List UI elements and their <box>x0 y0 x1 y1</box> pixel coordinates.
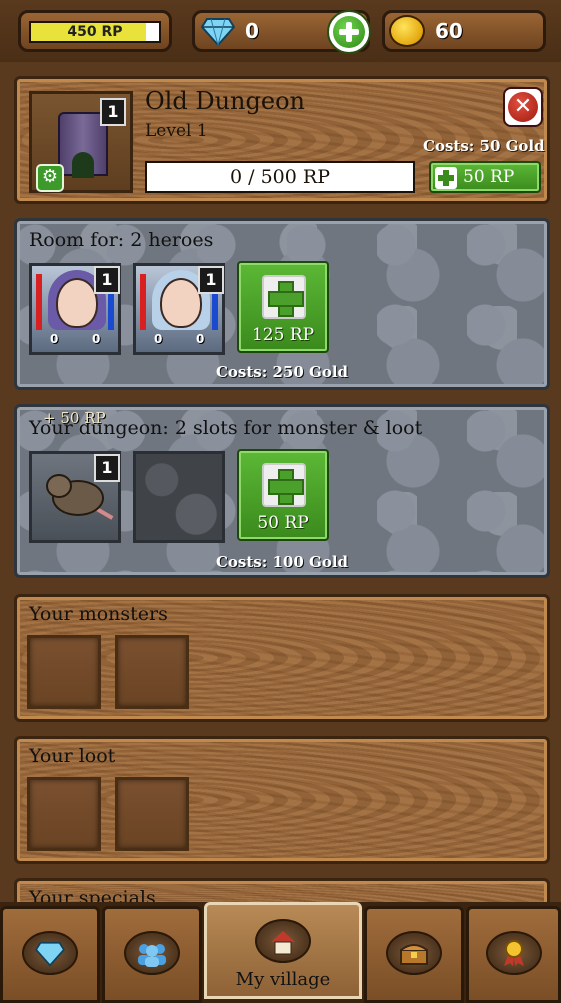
tower-door <box>72 152 94 178</box>
chest-icon <box>386 931 442 975</box>
nav-label-my-village: My village <box>235 969 331 990</box>
heroes-room-title: Room for: 2 heroes <box>29 229 214 251</box>
gold-counter: 60 <box>382 10 546 52</box>
rp-amount: 450 RP <box>67 24 123 40</box>
dungeon-level: Level 1 <box>145 121 208 141</box>
nav-tab-my-village[interactable]: My village <box>204 902 362 999</box>
hero-level-badge: 1 <box>94 266 120 294</box>
dungeon-slots-panel: Your dungeon: 2 slots for monster & loot… <box>14 404 550 578</box>
medal-icon <box>485 931 542 975</box>
dungeon-name: Old Dungeon <box>145 87 305 115</box>
plus-icon <box>262 463 306 507</box>
add-hero-room-button[interactable]: 125 RP <box>237 261 329 353</box>
health-bar <box>36 274 42 330</box>
heroes-room-panel: Room for: 2 heroes 1 0 0 1 0 0 125 RP Co… <box>14 218 550 390</box>
rat-head <box>46 474 72 498</box>
hero-slot-2[interactable]: 1 0 0 <box>133 263 225 355</box>
upgrade-cost: Costs: 50 Gold <box>423 137 545 155</box>
house-icon <box>255 919 311 963</box>
plus-icon <box>435 167 457 189</box>
red-potion-count: 0 <box>50 332 59 346</box>
nav-tab-treasure[interactable] <box>364 906 464 1003</box>
monster-inventory-slot[interactable] <box>115 635 189 709</box>
add-slot-cost-rp: 50 RP <box>257 513 309 533</box>
blue-potion-count: 0 <box>92 332 101 346</box>
monsters-panel: Your monsters <box>14 594 550 722</box>
hero-slot-1[interactable]: 1 0 0 <box>29 263 121 355</box>
buy-gems-button[interactable] <box>327 10 371 54</box>
dungeon-info-panel: 1 ⚙ Old Dungeon Level 1 ✕ Costs: 50 Gold… <box>14 76 550 204</box>
close-icon: ✕ <box>508 92 538 122</box>
nav-tab-shop[interactable] <box>0 906 100 1003</box>
red-potion-count: 0 <box>154 332 163 346</box>
gem-counter: 0 <box>192 10 371 54</box>
gem-count: 0 <box>245 19 259 43</box>
rp-meter: 450 RP <box>18 10 172 52</box>
rp-gain-popup: + 50 RP <box>43 409 106 427</box>
add-dungeon-slot-button[interactable]: 50 RP <box>237 449 329 541</box>
dungeon-rp-progress: 0 / 500 RP <box>145 161 415 193</box>
monster-slot-rat[interactable]: 1 <box>29 451 121 543</box>
gem-icon <box>22 931 78 975</box>
monster-level-badge: 1 <box>94 454 120 482</box>
upgrade-rp-button[interactable]: 50 RP <box>429 161 541 193</box>
add-hero-room-cost-rp: 125 RP <box>251 325 315 345</box>
heroes-icon <box>124 931 180 975</box>
rp-progress-bar: 450 RP <box>29 21 161 43</box>
upgrade-rp-label: 50 RP <box>463 167 515 187</box>
dungeon-thumbnail[interactable]: 1 ⚙ <box>29 91 133 193</box>
add-slot-cost-gold: Costs: 100 Gold <box>215 553 349 571</box>
loot-inventory-slot[interactable] <box>115 777 189 851</box>
nav-tab-achievements[interactable] <box>466 906 561 1003</box>
nav-tab-heroes[interactable] <box>102 906 202 1003</box>
monster-inventory-slot[interactable] <box>27 635 101 709</box>
hero-level-badge: 1 <box>198 266 224 294</box>
close-button[interactable]: ✕ <box>503 87 543 127</box>
add-hero-room-cost-gold: Costs: 250 Gold <box>215 363 349 381</box>
loot-inventory-slot[interactable] <box>27 777 101 851</box>
health-bar <box>140 274 146 330</box>
gold-coin-icon <box>389 15 425 47</box>
loot-title: Your loot <box>29 745 116 767</box>
dungeon-level-badge: 1 <box>100 98 126 126</box>
blue-potion-count: 0 <box>196 332 205 346</box>
monsters-title: Your monsters <box>29 603 168 625</box>
hero-portrait <box>56 278 98 328</box>
empty-dungeon-slot[interactable] <box>133 451 225 543</box>
hero-portrait <box>160 278 202 328</box>
plus-icon <box>262 275 306 319</box>
bottom-navigation: My village <box>0 902 561 1003</box>
top-bar: 450 RP 0 60 <box>0 0 561 62</box>
diamond-icon <box>201 18 235 47</box>
gold-count: 60 <box>435 19 463 43</box>
gear-icon[interactable]: ⚙ <box>36 164 64 192</box>
loot-panel: Your loot <box>14 736 550 864</box>
plus-icon <box>333 16 365 48</box>
